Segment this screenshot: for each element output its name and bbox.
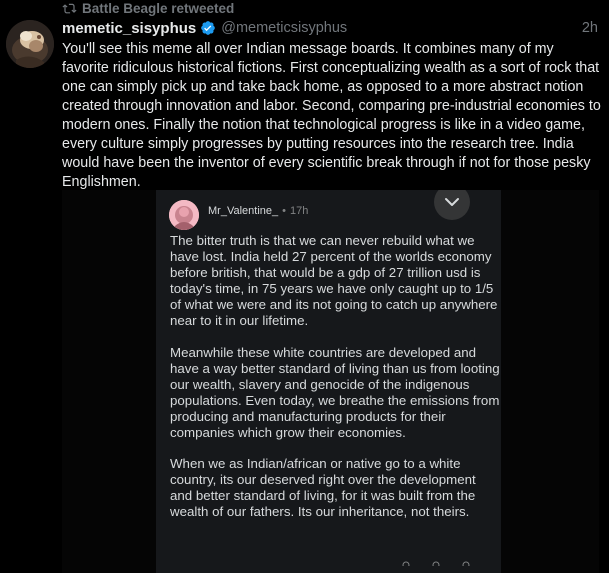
- comment-paragraph: When we as Indian/african or native go t…: [170, 456, 476, 520]
- reply-icon: [401, 557, 411, 569]
- retweet-context[interactable]: Battle Beagle retweeted: [62, 0, 234, 16]
- tweet[interactable]: Battle Beagle retweeted memetic_sisyphus…: [0, 0, 609, 573]
- reddit-username: Mr_Valentine_: [208, 205, 279, 217]
- reddit-action-bar: [401, 557, 471, 569]
- separator-dot: •: [282, 205, 286, 217]
- more-icon: [461, 557, 471, 569]
- comment-paragraph: Meanwhile these white countries are deve…: [170, 344, 500, 441]
- tweet-header: memetic_sisyphus @memeticsisyphus 2h: [62, 18, 598, 38]
- reddit-comment-screenshot: Mr_Valentine_ • 17h The bitter truth is …: [156, 190, 501, 573]
- user-handle[interactable]: @memeticsisyphus: [221, 20, 347, 36]
- avatar[interactable]: [6, 20, 54, 68]
- reddit-time: 17h: [289, 205, 309, 217]
- reddit-user-line: Mr_Valentine_ • 17h: [208, 205, 308, 217]
- retweet-label: Battle Beagle retweeted: [82, 0, 235, 16]
- timestamp[interactable]: 2h: [582, 20, 598, 36]
- chevron-down-icon: [434, 190, 470, 220]
- embedded-image[interactable]: Mr_Valentine_ • 17h The bitter truth is …: [62, 190, 599, 573]
- display-name[interactable]: memetic_sisyphus: [62, 20, 196, 37]
- share-icon: [431, 557, 441, 569]
- verified-badge-icon: [200, 20, 216, 36]
- retweet-icon: [62, 2, 77, 14]
- reddit-comment-body: The bitter truth is that we can never re…: [170, 233, 500, 536]
- reddit-avatar: [169, 200, 199, 230]
- comment-paragraph: The bitter truth is that we can never re…: [170, 233, 498, 329]
- tweet-text: You'll see this meme all over Indian mes…: [62, 41, 601, 190]
